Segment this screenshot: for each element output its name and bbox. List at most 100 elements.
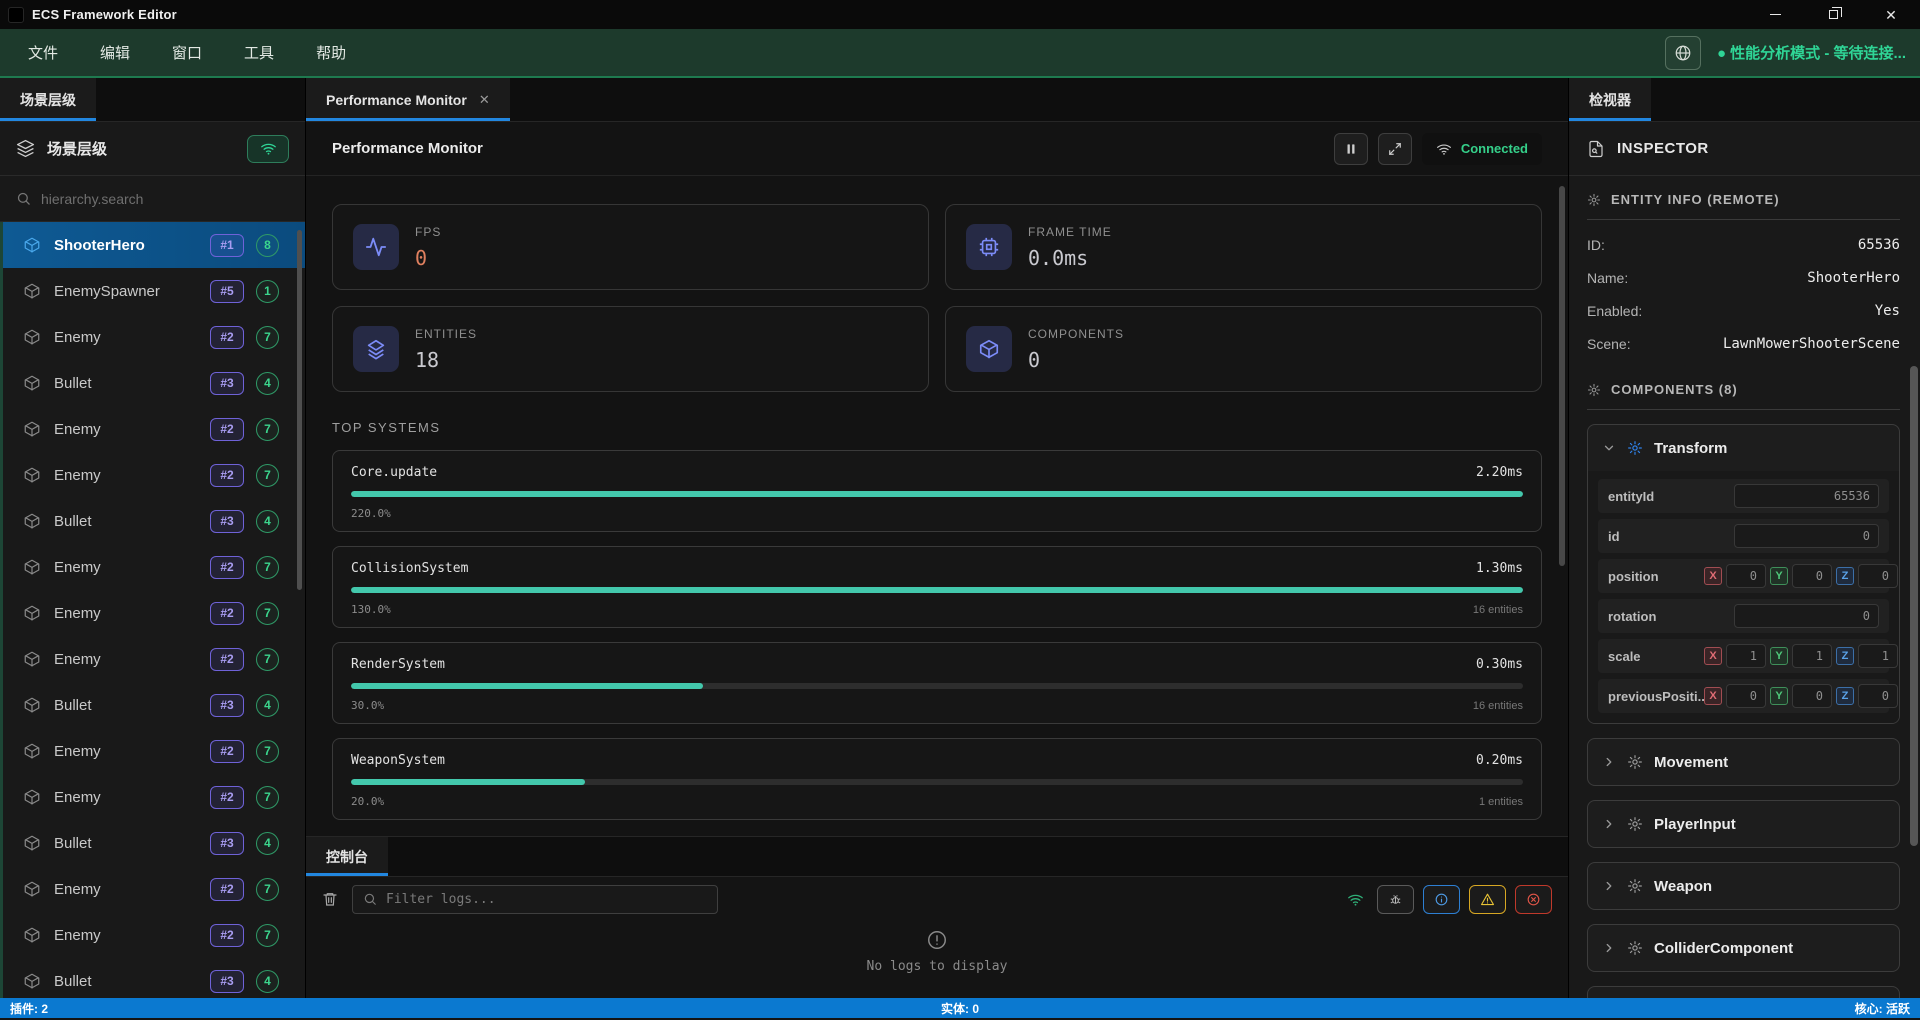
tab-hierarchy[interactable]: 场景层级 xyxy=(0,78,96,121)
entity-info-row: Scene: LawnMowerShooterScene xyxy=(1587,327,1900,360)
scale-y-input[interactable]: 1 xyxy=(1792,644,1832,668)
tab-performance-monitor[interactable]: Performance Monitor ✕ xyxy=(306,78,510,121)
performance-monitor-title: Performance Monitor xyxy=(332,140,483,157)
warning-filter-button[interactable] xyxy=(1469,885,1506,914)
title-bar: ECS Framework Editor ✕ xyxy=(0,0,1920,29)
pause-button[interactable] xyxy=(1334,133,1368,165)
system-time: 0.20ms xyxy=(1476,753,1523,768)
monitor-scrollbar[interactable] xyxy=(1559,186,1565,566)
menu-tools[interactable]: 工具 xyxy=(244,42,274,63)
component-transform: Transform entityId 65536 id 0 position X xyxy=(1587,424,1900,724)
position-z-input[interactable]: 0 xyxy=(1858,564,1898,588)
restore-button[interactable] xyxy=(1804,0,1862,29)
hierarchy-item[interactable]: Enemy #2 7 xyxy=(0,544,305,590)
component-card[interactable]: ColliderComponent xyxy=(1587,924,1900,972)
hierarchy-item[interactable]: EnemySpawner #5 1 xyxy=(0,268,305,314)
hierarchy-item[interactable]: Enemy #2 7 xyxy=(0,314,305,360)
entity-count-badge: 1 xyxy=(256,280,279,303)
cpu-icon xyxy=(966,224,1012,270)
log-filter-input[interactable] xyxy=(386,892,676,907)
hierarchy-item[interactable]: Enemy #2 7 xyxy=(0,866,305,912)
clear-logs-icon[interactable] xyxy=(322,891,338,907)
entity-tag-badge: #2 xyxy=(210,556,244,579)
log-filter[interactable] xyxy=(352,885,718,914)
hierarchy-item[interactable]: Bullet #3 4 xyxy=(0,682,305,728)
menu-edit[interactable]: 编辑 xyxy=(100,42,130,63)
hierarchy-search[interactable] xyxy=(0,176,305,222)
component-card[interactable]: Health xyxy=(1587,986,1900,998)
cube-icon xyxy=(23,880,41,898)
connection-status-label: Connected xyxy=(1461,141,1528,156)
hierarchy-item[interactable]: Enemy #2 7 xyxy=(0,912,305,958)
debug-filter-button[interactable] xyxy=(1377,885,1414,914)
hierarchy-item[interactable]: Enemy #2 7 xyxy=(0,728,305,774)
hierarchy-item[interactable]: Bullet #3 4 xyxy=(0,498,305,544)
tab-console[interactable]: 控制台 xyxy=(306,837,388,876)
prev-y-input[interactable]: 0 xyxy=(1792,684,1832,708)
system-percent: 220.0% xyxy=(351,507,391,520)
component-card[interactable]: Movement xyxy=(1587,738,1900,786)
axis-z-badge: Z xyxy=(1836,647,1854,665)
hierarchy-item[interactable]: Enemy #2 7 xyxy=(0,406,305,452)
hierarchy-scrollbar[interactable] xyxy=(297,230,302,590)
cube-icon xyxy=(23,742,41,760)
hierarchy-item[interactable]: Enemy #2 7 xyxy=(0,590,305,636)
hierarchy-item[interactable]: Bullet #3 4 xyxy=(0,958,305,998)
hierarchy-search-input[interactable] xyxy=(41,191,241,207)
minimize-button[interactable] xyxy=(1746,0,1804,29)
component-card[interactable]: PlayerInput xyxy=(1587,800,1900,848)
hierarchy-item[interactable]: Enemy #2 7 xyxy=(0,774,305,820)
cube-icon xyxy=(966,326,1012,372)
menu-bar: 文件 编辑 窗口 工具 帮助 ● 性能分析模式 - 等待连接... xyxy=(0,29,1920,78)
id-input[interactable]: 0 xyxy=(1734,524,1879,548)
globe-icon[interactable] xyxy=(1665,36,1701,70)
component-transform-header[interactable]: Transform xyxy=(1588,425,1899,471)
system-time: 0.30ms xyxy=(1476,657,1523,672)
position-y-input[interactable]: 0 xyxy=(1792,564,1832,588)
hierarchy-item[interactable]: Enemy #2 7 xyxy=(0,636,305,682)
field-label: Name: xyxy=(1587,270,1628,286)
hierarchy-panel: 场景层级 场景层级 ShooterHer xyxy=(0,78,306,998)
hierarchy-item[interactable]: ShooterHero #1 8 xyxy=(0,222,305,268)
entity-name: Enemy xyxy=(54,467,101,484)
hierarchy-item[interactable]: Enemy #2 7 xyxy=(0,452,305,498)
error-filter-button[interactable] xyxy=(1515,885,1552,914)
system-progress-fill xyxy=(351,587,1523,593)
entity-tag-badge: #1 xyxy=(210,234,244,257)
prev-z-input[interactable]: 0 xyxy=(1858,684,1898,708)
close-button[interactable]: ✕ xyxy=(1862,0,1920,29)
hierarchy-title: 场景层级 xyxy=(47,138,107,159)
entity-count-badge: 7 xyxy=(256,924,279,947)
inspector-title: INSPECTOR xyxy=(1617,140,1709,157)
menu-file[interactable]: 文件 xyxy=(28,42,58,63)
expand-button[interactable] xyxy=(1378,133,1412,165)
system-progress-fill xyxy=(351,779,585,785)
prev-x-input[interactable]: 0 xyxy=(1726,684,1766,708)
entityid-input[interactable]: 65536 xyxy=(1734,484,1879,508)
cube-icon xyxy=(23,972,41,990)
system-name: CollisionSystem xyxy=(351,561,468,576)
system-card: WeaponSystem 0.20ms 20.0% 1 entities xyxy=(332,738,1542,820)
system-progress-fill xyxy=(351,491,1523,497)
rotation-input[interactable]: 0 xyxy=(1734,604,1879,628)
scale-z-input[interactable]: 1 xyxy=(1858,644,1898,668)
inspector-scrollbar[interactable] xyxy=(1910,366,1918,846)
entity-count-badge: 7 xyxy=(256,878,279,901)
system-entities: 1 entities xyxy=(1479,796,1523,808)
component-card[interactable]: Weapon xyxy=(1587,862,1900,910)
hierarchy-connection-button[interactable] xyxy=(247,135,289,163)
entity-tag-badge: #5 xyxy=(210,280,244,303)
wifi-icon xyxy=(1436,141,1452,157)
info-filter-button[interactable] xyxy=(1423,885,1460,914)
tab-close-icon[interactable]: ✕ xyxy=(479,92,490,108)
hierarchy-item[interactable]: Bullet #3 4 xyxy=(0,360,305,406)
menu-window[interactable]: 窗口 xyxy=(172,42,202,63)
tab-inspector[interactable]: 检视器 xyxy=(1569,78,1651,121)
position-x-input[interactable]: 0 xyxy=(1726,564,1766,588)
scale-x-input[interactable]: 1 xyxy=(1726,644,1766,668)
metric-value: 0 xyxy=(415,246,441,270)
hierarchy-item[interactable]: Bullet #3 4 xyxy=(0,820,305,866)
chevron-right-icon xyxy=(1602,941,1616,955)
menu-help[interactable]: 帮助 xyxy=(316,42,346,63)
system-entities: 16 entities xyxy=(1473,604,1523,616)
